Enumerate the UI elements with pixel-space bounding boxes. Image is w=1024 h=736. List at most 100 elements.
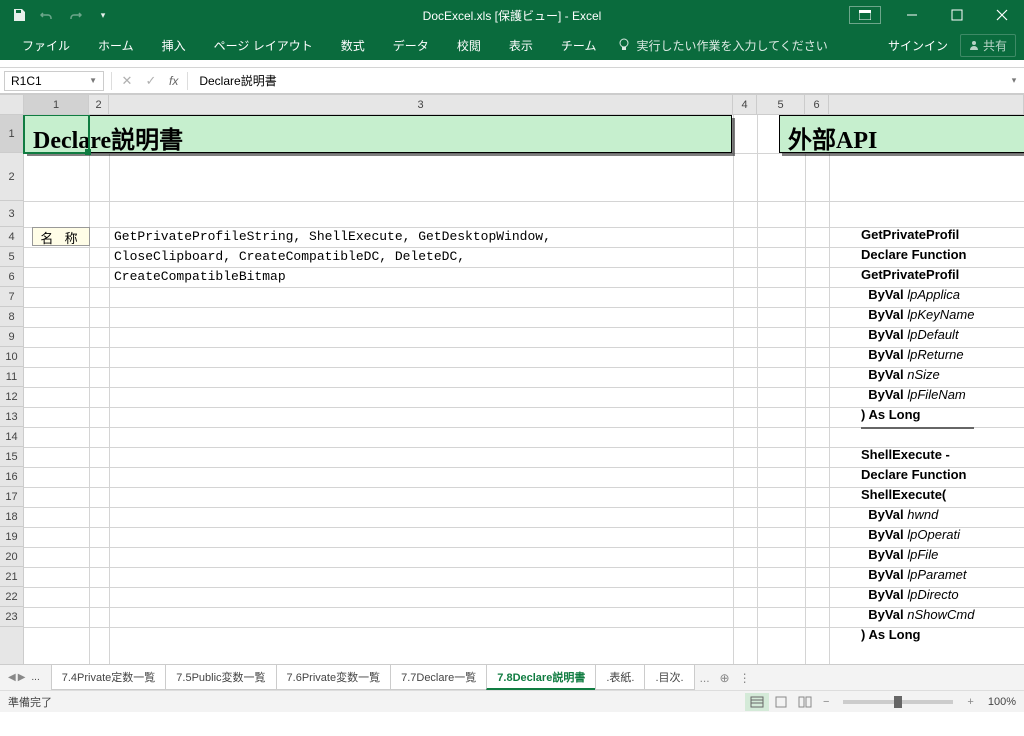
row-header[interactable]: 12	[0, 387, 23, 407]
sheet-tab[interactable]: 7.7Declare一覧	[390, 665, 487, 690]
col-header[interactable]: 5	[757, 95, 805, 114]
cell-r3[interactable]: GetPrivateProfileString, ShellExecute, G…	[114, 229, 551, 244]
sheet-nav-next-icon[interactable]: ▶	[18, 672, 26, 683]
code-line[interactable]: ByVal lpDirecto	[861, 587, 974, 607]
chevron-down-icon[interactable]: ▼	[89, 76, 97, 85]
expand-formula-icon[interactable]: ▾	[1004, 75, 1024, 86]
tab-team[interactable]: チーム	[547, 30, 611, 60]
code-line[interactable]: GetPrivateProfil	[861, 227, 974, 247]
tab-data[interactable]: データ	[379, 30, 443, 60]
col-header[interactable]: 3	[109, 95, 733, 114]
undo-icon[interactable]	[36, 4, 58, 26]
row-header[interactable]: 18	[0, 507, 23, 527]
tab-file[interactable]: ファイル	[8, 30, 84, 60]
row-header[interactable]: 22	[0, 587, 23, 607]
row-header[interactable]: 4	[0, 227, 23, 247]
code-line[interactable]: Declare Function	[861, 467, 974, 487]
row-header[interactable]: 10	[0, 347, 23, 367]
code-line[interactable]: ) As Long	[861, 627, 974, 647]
code-line[interactable]: ByVal lpApplica	[861, 287, 974, 307]
code-line[interactable]: ByVal lpFileNam	[861, 387, 974, 407]
ribbon-display-icon[interactable]	[849, 6, 881, 24]
sheet-tab[interactable]: .目次.	[644, 665, 694, 690]
row-header[interactable]: 6	[0, 267, 23, 287]
zoom-level[interactable]: 100%	[980, 696, 1016, 708]
close-button[interactable]	[979, 0, 1024, 30]
row-header[interactable]: 3	[0, 201, 23, 227]
col-header[interactable]: 1	[24, 95, 89, 114]
sheet-tab[interactable]: 7.5Public変数一覧	[165, 665, 276, 690]
row-header[interactable]: 9	[0, 327, 23, 347]
row-header[interactable]: 23	[0, 607, 23, 627]
col-header[interactable]	[829, 95, 1024, 114]
sheet-tab[interactable]: 7.4Private定数一覧	[51, 665, 167, 690]
formula-input[interactable]: Declare説明書	[191, 68, 1004, 93]
sheet-tab[interactable]: .表紙.	[595, 665, 645, 690]
row-header[interactable]: 5	[0, 247, 23, 267]
code-line[interactable]: ShellExecute -	[861, 447, 974, 467]
code-line[interactable]: ) As Long	[861, 407, 974, 427]
code-line[interactable]: ByVal nSize	[861, 367, 974, 387]
view-pagelayout-icon[interactable]	[769, 693, 793, 711]
col-header[interactable]: 6	[805, 95, 829, 114]
row-header[interactable]: 16	[0, 467, 23, 487]
cells-area[interactable]: Declare説明書 外部API 名 称 GetPrivateProfileSt…	[24, 115, 1024, 664]
tab-home[interactable]: ホーム	[84, 30, 148, 60]
cell-r5[interactable]: CreateCompatibleBitmap	[114, 269, 286, 284]
label-name[interactable]: 名 称	[32, 227, 90, 246]
enter-icon[interactable]: ✓	[139, 70, 163, 92]
code-line[interactable]: ByVal lpParamet	[861, 567, 974, 587]
row-header[interactable]: 17	[0, 487, 23, 507]
col-header[interactable]: 2	[89, 95, 109, 114]
fx-button[interactable]: fx	[163, 74, 184, 88]
row-header[interactable]: 21	[0, 567, 23, 587]
tell-me-search[interactable]: 実行したい作業を入力してください	[618, 37, 827, 54]
cancel-icon[interactable]: ✕	[115, 70, 139, 92]
view-normal-icon[interactable]	[745, 693, 769, 711]
row-header[interactable]: 14	[0, 427, 23, 447]
row-header[interactable]: 2	[0, 153, 23, 201]
row-header[interactable]: 13	[0, 407, 23, 427]
row-header[interactable]: 19	[0, 527, 23, 547]
tab-insert[interactable]: 挿入	[148, 30, 200, 60]
row-header[interactable]: 7	[0, 287, 23, 307]
row-header[interactable]: 8	[0, 307, 23, 327]
code-line[interactable]: ShellExecute(	[861, 487, 974, 507]
zoom-in-button[interactable]: +	[961, 696, 979, 708]
select-all-corner[interactable]	[0, 95, 24, 114]
row-header[interactable]: 20	[0, 547, 23, 567]
minimize-button[interactable]	[889, 0, 934, 30]
sheet-overflow-icon[interactable]: ...	[695, 665, 715, 690]
signin-link[interactable]: サインイン	[888, 37, 948, 54]
code-line[interactable]: ByVal hwnd	[861, 507, 974, 527]
qat-dropdown-icon[interactable]: ▾	[92, 4, 114, 26]
code-line[interactable]: ByVal lpKeyName	[861, 307, 974, 327]
sheet-menu-icon[interactable]: ⋮	[735, 665, 755, 690]
sheet-tab[interactable]: 7.6Private変数一覧	[276, 665, 392, 690]
col-header[interactable]: 4	[733, 95, 757, 114]
maximize-button[interactable]	[934, 0, 979, 30]
sheet-nav-prev-icon[interactable]: ◀	[8, 672, 16, 683]
code-line[interactable]: ByVal lpDefault	[861, 327, 974, 347]
sheet-tab-active[interactable]: 7.8Declare説明書	[486, 665, 596, 690]
title-cell-declare[interactable]: Declare説明書	[24, 115, 732, 153]
cell-r4[interactable]: CloseClipboard, CreateCompatibleDC, Dele…	[114, 249, 465, 264]
code-line[interactable]: ByVal lpFile	[861, 547, 974, 567]
code-line[interactable]: ByVal lpReturne	[861, 347, 974, 367]
row-header[interactable]: 1	[0, 115, 23, 153]
tab-review[interactable]: 校閲	[443, 30, 495, 60]
add-sheet-icon[interactable]: ⊕	[715, 665, 735, 690]
share-button[interactable]: 共有	[960, 34, 1016, 57]
tab-view[interactable]: 表示	[495, 30, 547, 60]
code-line[interactable]: Declare Function	[861, 247, 974, 267]
row-header[interactable]: 15	[0, 447, 23, 467]
redo-icon[interactable]	[64, 4, 86, 26]
tab-formulas[interactable]: 数式	[327, 30, 379, 60]
code-line[interactable]: ByVal nShowCmd	[861, 607, 974, 627]
save-icon[interactable]	[8, 4, 30, 26]
row-header[interactable]: 11	[0, 367, 23, 387]
name-box[interactable]: R1C1 ▼	[4, 71, 104, 91]
code-line[interactable]: GetPrivateProfil	[861, 267, 974, 287]
zoom-slider[interactable]	[843, 700, 953, 704]
code-line[interactable]	[861, 427, 974, 447]
